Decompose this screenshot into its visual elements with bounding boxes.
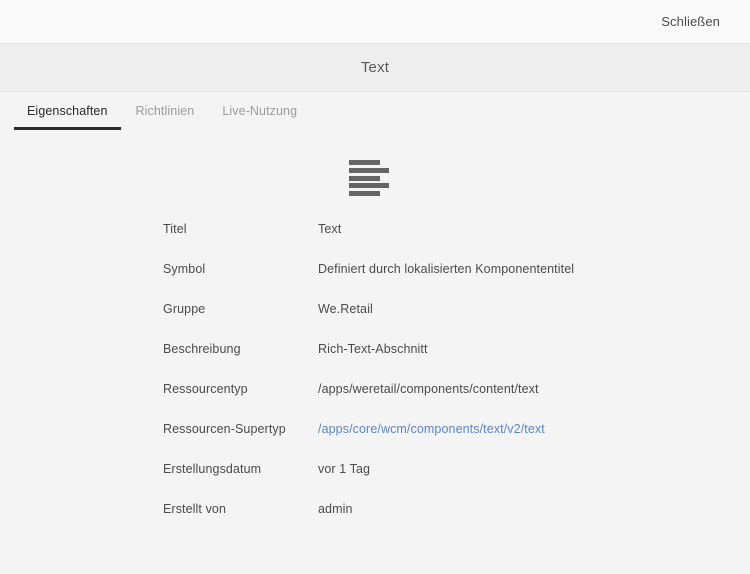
property-label: Ressourcen-Supertyp (163, 422, 286, 436)
property-row-ressourcentyp: Ressourcentyp /apps/weretail/components/… (163, 382, 750, 422)
resource-supertype-link[interactable]: /apps/core/wcm/components/text/v2/text (318, 422, 545, 436)
tab-bar: Eigenschaften Richtlinien Live-Nutzung (0, 92, 750, 138)
tab-richtlinien[interactable]: Richtlinien (122, 92, 209, 130)
text-paragraph-icon-bar (349, 160, 380, 165)
property-row-erstellungsdatum: Erstellungsdatum vor 1 Tag (163, 462, 750, 502)
text-paragraph-icon-bar (349, 175, 380, 181)
property-label: Titel (163, 222, 187, 236)
property-label: Ressourcentyp (163, 382, 248, 396)
property-value: vor 1 Tag (318, 462, 371, 476)
property-row-gruppe: Gruppe We.Retail (163, 302, 750, 342)
component-icon-container (0, 152, 750, 222)
tab-eigenschaften[interactable]: Eigenschaften (13, 92, 122, 130)
property-value: admin (318, 502, 353, 516)
property-value: Definiert durch lokalisierten Komponente… (318, 262, 575, 276)
property-value: Rich-Text-Abschnitt (318, 342, 428, 356)
property-label: Erstellungsdatum (163, 462, 262, 476)
property-row-ressourcen-supertyp: Ressourcen-Supertyp /apps/core/wcm/compo… (163, 422, 750, 462)
property-row-symbol: Symbol Definiert durch lokalisierten Kom… (163, 262, 750, 302)
property-label: Beschreibung (163, 342, 241, 356)
property-value: /apps/weretail/components/content/text (318, 382, 539, 396)
text-paragraph-icon (349, 160, 393, 196)
property-list: Titel Text Symbol Definiert durch lokali… (0, 222, 750, 542)
properties-panel: Titel Text Symbol Definiert durch lokali… (0, 138, 750, 542)
text-paragraph-icon-bar (349, 167, 389, 173)
property-value: We.Retail (318, 302, 373, 316)
dialog-title-bar: Text (0, 44, 750, 92)
property-row-beschreibung: Beschreibung Rich-Text-Abschnitt (163, 342, 750, 382)
close-button[interactable]: Schließen (651, 9, 730, 34)
page-title: Text (360, 59, 390, 76)
text-paragraph-icon-bar (349, 191, 380, 196)
property-row-titel: Titel Text (163, 222, 750, 262)
top-action-bar: Schließen (0, 0, 750, 44)
tab-live-nutzung[interactable]: Live-Nutzung (208, 92, 311, 130)
text-paragraph-icon-bar (349, 183, 389, 189)
property-row-erstellt-von: Erstellt von admin (163, 502, 750, 542)
property-label: Symbol (163, 262, 206, 276)
property-value: Text (318, 222, 342, 236)
property-label: Erstellt von (163, 502, 227, 516)
property-label: Gruppe (163, 302, 206, 316)
